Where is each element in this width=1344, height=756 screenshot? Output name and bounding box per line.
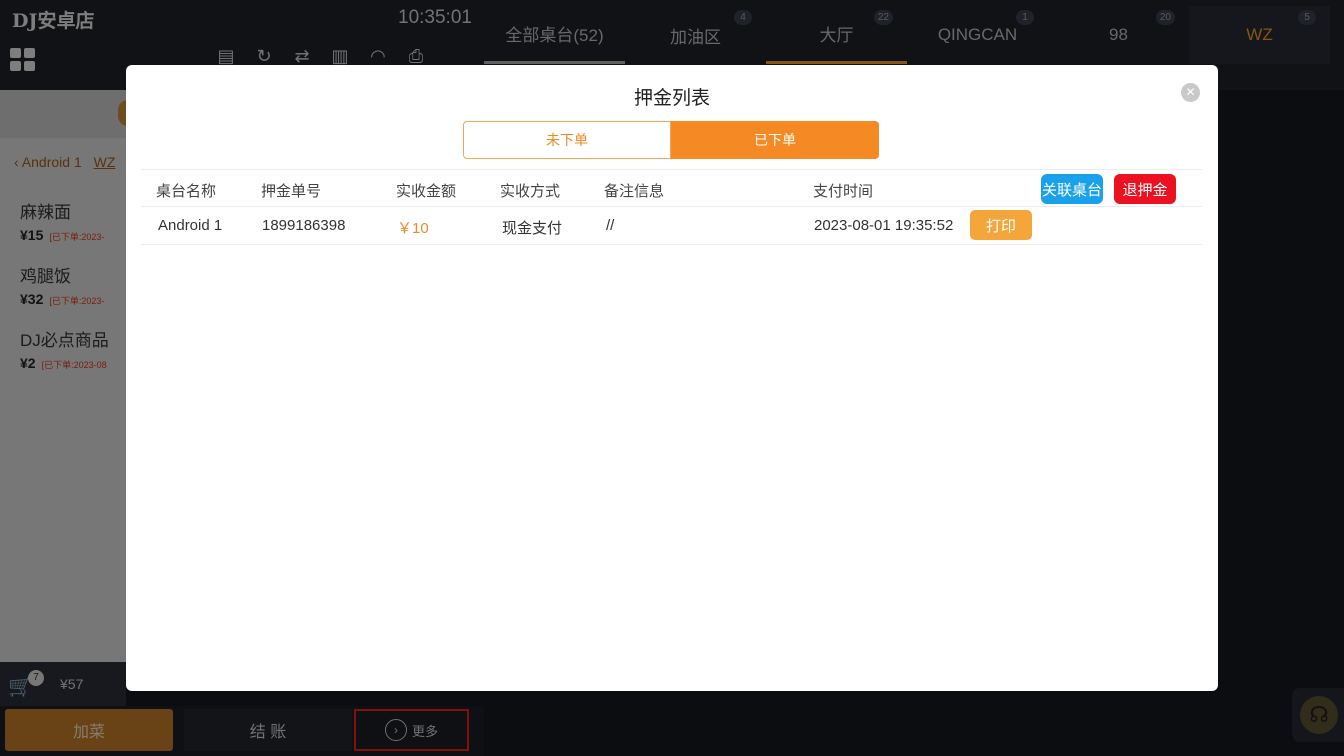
table-row[interactable]: Android 1 1899186398 ￥10 现金支付 // 2023-08… [141, 207, 1202, 245]
cell-note: // [606, 217, 615, 234]
segment-not-ordered[interactable]: 未下单 [463, 121, 671, 159]
segment-ordered[interactable]: 已下单 [671, 121, 879, 159]
cell-deposit-no: 1899186398 [262, 217, 346, 234]
column-header: 实收金额 [396, 183, 457, 200]
cell-method: 现金支付 [502, 220, 563, 237]
cell-amount: ￥10 [397, 220, 429, 237]
column-header: 实收方式 [500, 183, 561, 200]
close-icon[interactable]: ✕ [1181, 83, 1200, 102]
column-header: 支付时间 [813, 183, 874, 200]
column-header: 备注信息 [604, 183, 665, 200]
print-button[interactable]: 打印 [970, 210, 1032, 240]
cell-table-name: Android 1 [158, 217, 223, 234]
column-header: 桌台名称 [156, 183, 217, 200]
column-header: 押金单号 [261, 183, 322, 200]
table-header: 桌台名称 押金单号 实收金额 实收方式 备注信息 支付时间 关联桌台 退押金 [141, 169, 1202, 207]
dialog-title: 押金列表 [633, 88, 710, 109]
cell-paid-at: 2023-08-01 19:35:52 [814, 217, 954, 234]
refund-deposit-button[interactable]: 退押金 [1114, 174, 1176, 204]
deposit-list-dialog: 押金列表 ✕ 未下单 已下单 桌台名称 押金单号 实收金额 实收方式 备注信息 … [126, 65, 1218, 691]
link-table-button[interactable]: 关联桌台 [1041, 174, 1103, 204]
order-status-segment: 未下单 已下单 [463, 121, 880, 159]
